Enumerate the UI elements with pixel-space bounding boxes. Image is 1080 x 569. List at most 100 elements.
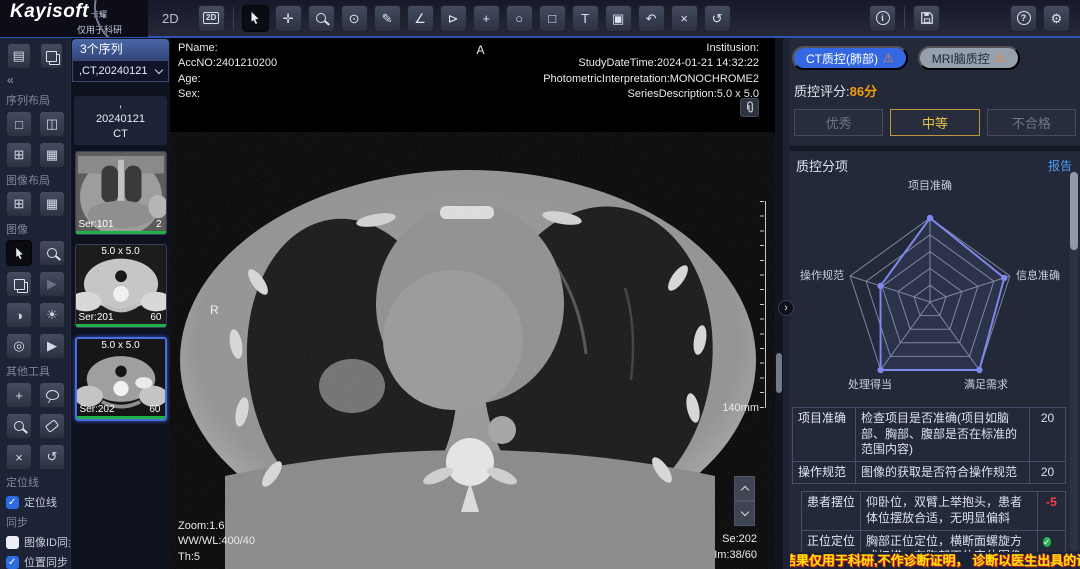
delete-tool-button[interactable]: × [6, 444, 32, 470]
floppy-icon [920, 11, 934, 25]
magnifier-icon [47, 248, 57, 258]
close-icon: × [680, 12, 688, 25]
tab-label: MRI脑质控 [932, 50, 990, 67]
angle-tool-button[interactable]: ∠ [407, 5, 434, 32]
checkbox-localizer[interactable]: 定位线 [6, 494, 64, 510]
image-magnify-button[interactable] [39, 240, 65, 266]
comment-button[interactable] [39, 382, 65, 408]
window-level-tool-button[interactable]: ⊙ [341, 5, 368, 32]
save-button[interactable] [913, 5, 940, 32]
checkbox-checked[interactable] [6, 496, 19, 509]
ellipse-tool-button[interactable]: ○ [506, 5, 533, 32]
settings-button[interactable]: ⚙ [1043, 5, 1070, 32]
image-cursor-button[interactable] [6, 240, 32, 266]
study-patient: , [74, 97, 167, 112]
tab-ct-qc[interactable]: CT质控(肺部)⚠ [792, 46, 908, 70]
attachment-button[interactable] [740, 98, 759, 117]
invert-button[interactable]: ◑ [6, 302, 32, 328]
series-layout-2x2-button[interactable]: ⊞ [6, 142, 32, 168]
chevron-up-icon [740, 486, 748, 494]
criterion-description: 检查项目是否准确(项目如脑部、胸部、腹部是否在标准的范围内容) [855, 408, 1029, 461]
checkbox-checked[interactable] [6, 556, 19, 569]
target-button[interactable]: ◎ [6, 333, 32, 359]
undo-button[interactable]: ↶ [638, 5, 665, 32]
length-tool-button[interactable]: ✎ [374, 5, 401, 32]
image-layout-2x2-button[interactable]: ⊞ [6, 191, 32, 217]
zoom-tool-button[interactable] [308, 5, 335, 32]
radar-label-bottom-left: 处理得当 [848, 376, 892, 392]
reset-tool-button[interactable]: ↺ [39, 444, 65, 470]
grade-fail-button[interactable]: 不合格 [987, 109, 1076, 136]
radar-label-bottom-right: 满足需求 [964, 376, 1008, 392]
invert-icon: ◑ [15, 308, 23, 323]
paperclip-icon [744, 101, 756, 114]
play-button[interactable]: ▶ [39, 333, 65, 359]
cine-button[interactable]: ▶ [39, 271, 65, 297]
slice-scrollbar-thumb[interactable] [776, 353, 782, 393]
ruler-length-label: 140mm [722, 402, 759, 414]
pan-tool-button[interactable]: ✛ [275, 5, 302, 32]
series-thumbnail-101[interactable]: Ser:101 2 [75, 151, 167, 235]
cursor-icon [13, 247, 26, 260]
layout-1x2-icon: ◫ [46, 116, 58, 132]
grade-excellent-button[interactable]: 优秀 [794, 109, 883, 136]
study-datetime: StudyDateTime:2024-01-21 14:32:22 [578, 57, 759, 69]
point-tool-button[interactable]: + [473, 5, 500, 32]
image-copy-button[interactable] [6, 271, 32, 297]
image-viewport[interactable]: PName: AccNO:2401210200 Age: Sex: Instit… [170, 38, 783, 569]
series-layout-grid-button[interactable]: ▦ [39, 142, 65, 168]
criterion-score: 20 [1029, 408, 1065, 461]
layout-1x1-icon: □ [15, 117, 23, 132]
close-icon: × [15, 450, 23, 465]
slice-nav-buttons [734, 476, 755, 526]
panel-expand-button[interactable]: › [778, 300, 794, 316]
help-button[interactable]: ? [1010, 5, 1037, 32]
search-annotation-button[interactable] [6, 413, 32, 439]
next-slice-button[interactable] [734, 501, 755, 526]
report-link[interactable]: 报告 [1048, 157, 1072, 174]
rect-tool-button[interactable]: □ [539, 5, 566, 32]
series-thumbnail-202-selected[interactable]: 5.0 x 5.0 Ser:202 60 [75, 337, 167, 421]
check-circle-icon: ✓ [1043, 537, 1051, 547]
previous-slice-button[interactable] [734, 476, 755, 501]
series-thumbnail-201[interactable]: 5.0 x 5.0 Ser:201 60 [75, 244, 167, 328]
text-tool-button[interactable]: T [572, 5, 599, 32]
patient-info-overlay: PName: AccNO:2401210200 Age: Sex: [178, 41, 277, 103]
layout-grid-icon: ▦ [46, 147, 58, 163]
ellipse-icon: ○ [515, 12, 523, 25]
brightness-button[interactable]: ☀ [39, 302, 65, 328]
cursor-tool-button[interactable] [242, 5, 269, 32]
series-layout-1x2-button[interactable]: ◫ [39, 111, 65, 137]
delete-annotation-button[interactable]: × [671, 5, 698, 32]
loaded-progress-bar [77, 416, 165, 419]
reset-button[interactable]: ↺ [704, 5, 731, 32]
panel-scrollbar[interactable] [1070, 170, 1078, 551]
tab-mri-qc[interactable]: MRI脑质控⚠ [918, 46, 1020, 70]
study-dropdown[interactable]: ,CT,20240121 [72, 60, 169, 82]
eraser-button[interactable] [39, 413, 65, 439]
other-point-button[interactable]: + [6, 382, 32, 408]
image-count: 60 [150, 312, 161, 323]
gear-icon: ⚙ [1051, 12, 1063, 25]
pencil-icon: ✎ [382, 12, 393, 25]
checkbox-position-sync[interactable]: 位置同步 [6, 554, 64, 569]
clipboard-button[interactable] [40, 43, 64, 69]
disclaimer-marquee: 结果仅用于科研,不作诊断证明， 诊断以医生出具的诊断 [790, 552, 1080, 569]
annotation-display-button[interactable]: ▣ [605, 5, 632, 32]
layout-2d-button[interactable]: 2D [198, 5, 225, 32]
layout-2d-icon: 2D [203, 12, 219, 24]
warning-icon: ⚠ [883, 52, 894, 64]
checkbox-image-id-sync[interactable]: 图像ID同步 [6, 534, 64, 550]
series-layout-1x1-button[interactable]: □ [6, 111, 32, 137]
orientation-marker-right: R [210, 303, 219, 317]
report-list-button[interactable]: ▤ [7, 43, 31, 69]
institution: Institusion: [706, 42, 759, 54]
panel-scrollbar-thumb[interactable] [1070, 172, 1078, 250]
probe-tool-button[interactable]: ⊳ [440, 5, 467, 32]
sidebar-collapse-button[interactable]: « [5, 72, 65, 88]
checkbox-unchecked[interactable] [6, 536, 19, 549]
info-button[interactable]: i [869, 5, 896, 32]
target-icon: ◎ [13, 338, 24, 354]
image-layout-grid-button[interactable]: ▦ [39, 191, 65, 217]
grade-medium-button[interactable]: 中等 [890, 109, 979, 136]
